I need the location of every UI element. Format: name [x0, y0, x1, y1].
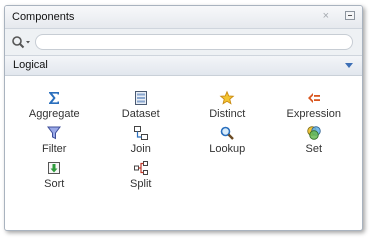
funnel-icon [47, 126, 62, 140]
component-dataset[interactable]: Dataset [98, 90, 185, 125]
minimize-icon[interactable] [345, 11, 355, 20]
chevron-down-icon[interactable] [345, 63, 353, 68]
split-icon [133, 161, 148, 175]
sort-icon [48, 162, 61, 174]
component-label: Lookup [209, 143, 246, 155]
dataset-icon [134, 91, 147, 105]
component-filter[interactable]: Filter [11, 125, 98, 160]
component-label: Distinct [209, 108, 246, 120]
component-aggregate[interactable]: Aggregate [11, 90, 98, 125]
component-label: Dataset [121, 108, 160, 120]
star-icon [219, 90, 235, 105]
venn-icon [307, 126, 321, 140]
magnifier-icon [220, 126, 235, 140]
component-label: Sort [44, 178, 65, 190]
category-dropdown[interactable]: Logical [5, 55, 362, 76]
components-panel: Components × Logical Aggregate Dataset D… [4, 5, 363, 231]
component-sort[interactable]: Sort [11, 160, 98, 195]
component-split[interactable]: Split [98, 160, 185, 195]
component-distinct[interactable]: Distinct [184, 90, 271, 125]
join-icon [133, 126, 148, 140]
category-selected: Logical [13, 59, 48, 71]
component-join[interactable]: Join [98, 125, 185, 160]
search-icon[interactable] [11, 35, 33, 49]
sigma-icon [49, 92, 60, 104]
component-label: Expression [286, 108, 341, 120]
component-set[interactable]: Set [271, 125, 358, 160]
search-bar [5, 29, 362, 55]
component-label: Aggregate [28, 108, 80, 120]
close-icon[interactable]: × [323, 10, 329, 22]
component-lookup[interactable]: Lookup [184, 125, 271, 160]
component-expression[interactable]: Expression [271, 90, 358, 125]
component-label: Split [130, 178, 152, 190]
panel-titlebar: Components × [5, 6, 362, 29]
component-label: Join [130, 143, 151, 155]
search-input[interactable] [35, 34, 353, 50]
panel-title: Components [12, 11, 75, 23]
expression-icon [307, 93, 320, 103]
component-label: Filter [42, 143, 67, 155]
components-grid: Aggregate Dataset Distinct Expression Fi… [11, 90, 357, 195]
component-label: Set [305, 143, 322, 155]
